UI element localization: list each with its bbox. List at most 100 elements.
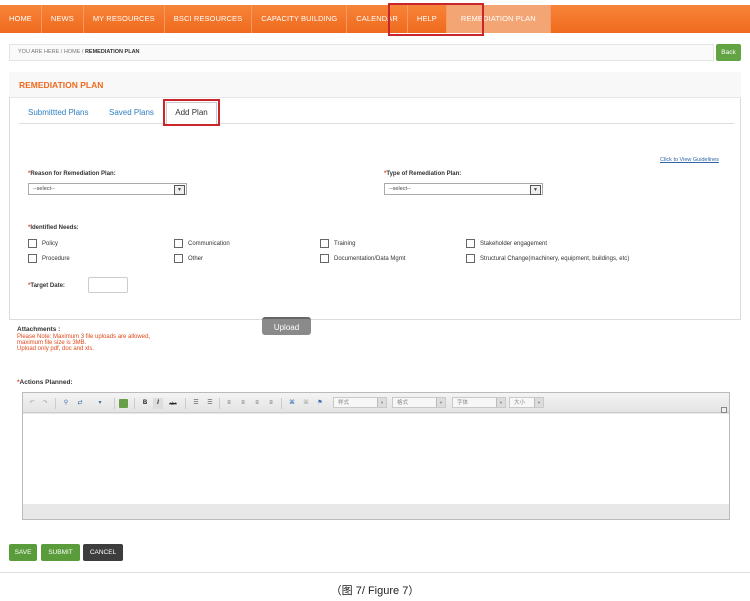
type-select[interactable]: --select-- ▼ — [384, 183, 543, 195]
panel-header — [9, 72, 741, 98]
checkbox-structural-change[interactable]: Structural Change(machinery, equipment, … — [466, 254, 629, 263]
align-center-icon[interactable]: ≡ — [238, 398, 248, 409]
target-date-input[interactable] — [88, 277, 128, 293]
checkbox-procedure[interactable]: Procedure — [28, 254, 70, 263]
checkbox-stakeholder[interactable]: Stakeholder engagement — [466, 239, 547, 248]
actions-planned-label-text: Actions Planned: — [19, 379, 73, 386]
redo-icon[interactable]: ↷ — [40, 398, 50, 409]
chevron-down-icon: ▼ — [530, 185, 541, 195]
reason-label: *Reason for Remediation Plan: — [28, 171, 116, 177]
collapse-toolbar-icon[interactable] — [721, 407, 727, 413]
checkbox-label: Procedure — [42, 255, 70, 262]
strikethrough-icon[interactable]: abc — [167, 398, 179, 409]
checkbox-label: Stakeholder engagement — [480, 240, 548, 247]
breadcrumb-current: REMEDIATION PLAN — [84, 49, 140, 55]
toolbar-separator — [114, 398, 115, 409]
checkbox-policy[interactable]: Policy — [28, 239, 58, 248]
link-icon[interactable]: ⌘ — [287, 398, 297, 409]
format-dropdown[interactable]: 格式 ▼ — [392, 397, 446, 408]
type-select-value: --select-- — [389, 186, 411, 192]
align-right-icon[interactable]: ≡ — [252, 398, 262, 409]
toolbar-separator — [55, 398, 56, 409]
checkbox-icon[interactable] — [28, 239, 37, 248]
unlink-icon[interactable]: ⌘ — [301, 398, 311, 409]
chevron-down-icon: ▼ — [534, 398, 543, 407]
size-dropdown-value: 大小 — [514, 400, 526, 406]
cancel-button[interactable]: CANCEL — [83, 544, 123, 561]
bold-icon[interactable]: B — [140, 398, 150, 409]
nav-bsci-resources[interactable]: BSCI RESOURCES — [165, 5, 253, 33]
checkbox-label: Other — [188, 255, 204, 262]
checkbox-icon[interactable] — [320, 239, 329, 248]
editor-body[interactable] — [23, 414, 729, 504]
chevron-down-icon: ▼ — [436, 398, 445, 407]
align-left-icon[interactable]: ≡ — [224, 398, 234, 409]
nav-capacity-building[interactable]: CAPACITY BUILDING — [252, 5, 348, 33]
align-justify-icon[interactable]: ≡ — [266, 398, 276, 409]
checkbox-other[interactable]: Other — [174, 254, 203, 263]
page-title: REMEDIATION PLAN — [19, 80, 104, 90]
nav-help[interactable]: HELP — [408, 5, 447, 33]
reason-label-text: Reason for Remediation Plan: — [30, 171, 116, 177]
nav-calendar[interactable]: CALENDAR — [347, 5, 408, 33]
find-icon[interactable]: ⚲ — [61, 398, 71, 409]
toolbar-separator — [134, 398, 135, 409]
checkbox-communication[interactable]: Communication — [174, 239, 230, 248]
submit-button[interactable]: SUBMIT — [41, 544, 80, 561]
reason-select[interactable]: --select-- ▼ — [28, 183, 187, 195]
top-nav: HOME NEWS MY RESOURCES BSCI RESOURCES CA… — [0, 5, 750, 33]
toolbar-separator — [185, 398, 186, 409]
style-dropdown[interactable]: 样式 ▼ — [333, 397, 387, 408]
back-button[interactable]: Back — [716, 44, 741, 61]
guidelines-link[interactable]: Click to View Guidelines — [660, 157, 719, 163]
tab-saved-plans[interactable]: Saved Plans — [109, 108, 154, 117]
type-label-text: Type of Remediation Plan: — [386, 171, 462, 177]
anchor-flag-icon[interactable]: ⚑ — [315, 398, 325, 409]
upload-button[interactable]: Upload — [262, 317, 311, 335]
attachments-note: Please Note: Maximum 3 file uploads are … — [17, 334, 177, 353]
chevron-down-icon: ▼ — [377, 398, 386, 407]
checkbox-icon[interactable] — [174, 254, 183, 263]
actions-planned-label: *Actions Planned: — [17, 379, 73, 386]
format-dropdown-value: 格式 — [397, 400, 409, 406]
type-label: *Type of Remediation Plan: — [384, 171, 461, 177]
bullet-list-icon[interactable]: ☰ — [205, 398, 215, 409]
undo-icon[interactable]: ↶ — [27, 398, 37, 409]
tabs-divider — [19, 123, 734, 124]
nav-remediation-plan[interactable]: REMEDIATION PLAN — [446, 5, 551, 33]
font-dropdown-value: 字体 — [457, 400, 469, 406]
checkbox-documentation[interactable]: Documentation/Data Mgmt — [320, 254, 405, 263]
checkbox-label: Communication — [188, 240, 230, 247]
needs-label-text: Identified Needs: — [30, 225, 79, 231]
toolbar-separator — [219, 398, 220, 409]
checkbox-icon[interactable] — [28, 254, 37, 263]
toolbar-separator — [281, 398, 282, 409]
checkbox-icon[interactable] — [466, 254, 475, 263]
checkbox-icon[interactable] — [174, 239, 183, 248]
tab-submitted-plans[interactable]: Submittted Plans — [28, 108, 88, 117]
checkbox-icon[interactable] — [320, 254, 329, 263]
chevron-down-icon: ▼ — [496, 398, 505, 407]
nav-news[interactable]: NEWS — [42, 5, 84, 33]
needs-label: *Identified Needs: — [28, 225, 79, 231]
replace-icon[interactable]: ⇄ — [75, 398, 85, 409]
image-icon[interactable] — [119, 399, 128, 408]
numbered-list-icon[interactable]: ☰ — [191, 398, 201, 409]
size-dropdown[interactable]: 大小 ▼ — [509, 397, 544, 408]
divider — [0, 572, 750, 573]
checkbox-training[interactable]: Training — [320, 239, 355, 248]
breadcrumb: YOU ARE HERE / HOME / REMEDIATION PLAN — [9, 44, 714, 61]
checkbox-label: Structural Change(machinery, equipment, … — [480, 255, 630, 262]
italic-icon[interactable]: I — [153, 398, 163, 409]
font-dropdown[interactable]: 字体 ▼ — [452, 397, 506, 408]
tab-add-plan[interactable]: Add Plan — [166, 102, 217, 124]
reason-select-value: --select-- — [33, 186, 55, 192]
nav-my-resources[interactable]: MY RESOURCES — [84, 5, 165, 33]
checkbox-icon[interactable] — [466, 239, 475, 248]
checkbox-label: Policy — [42, 240, 59, 247]
spellcheck-icon[interactable]: ▾ — [91, 398, 109, 409]
nav-home[interactable]: HOME — [0, 5, 42, 33]
attachments-note-line: Upload only pdf, doc and xls. — [17, 346, 95, 353]
save-button[interactable]: SAVE — [9, 544, 37, 561]
chevron-down-icon: ▼ — [174, 185, 185, 195]
